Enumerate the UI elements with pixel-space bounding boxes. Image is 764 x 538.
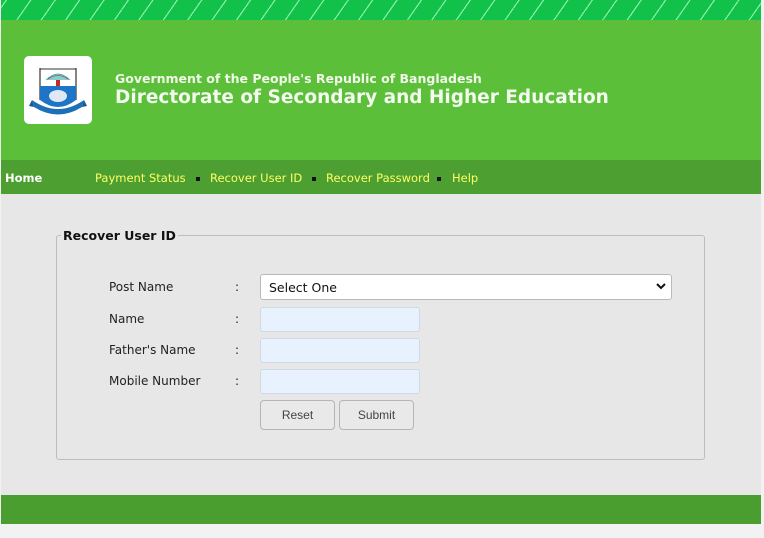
- submit-button[interactable]: Submit: [339, 400, 414, 430]
- colon-separator: :: [235, 343, 240, 357]
- header-title: Directorate of Secondary and Higher Educ…: [115, 87, 609, 108]
- form-legend: Recover User ID: [63, 228, 176, 243]
- main-content: Recover User ID Post Name : Select One N…: [1, 194, 761, 495]
- colon-separator: :: [235, 280, 240, 294]
- nav-home[interactable]: Home: [5, 171, 42, 185]
- nav-separator-dot: [312, 177, 316, 181]
- post-name-label: Post Name: [109, 280, 174, 294]
- main-nav: Home Payment Status Recover User ID Reco…: [1, 160, 761, 194]
- site-footer: [1, 495, 761, 524]
- nav-separator-dot: [437, 177, 441, 181]
- colon-separator: :: [235, 374, 240, 388]
- chevron-down-icon: [656, 283, 666, 290]
- emblem-icon: [29, 68, 87, 115]
- site-header: Government of the People's Republic of B…: [1, 20, 761, 160]
- nav-help[interactable]: Help: [452, 171, 478, 185]
- nav-recover-user-id[interactable]: Recover User ID: [210, 171, 302, 185]
- page: Government of the People's Republic of B…: [1, 0, 761, 538]
- page-bottom-margin: [0, 524, 764, 538]
- top-decorative-stripe: [1, 0, 761, 20]
- nav-payment-status[interactable]: Payment Status: [95, 171, 186, 185]
- name-input[interactable]: [260, 307, 420, 332]
- header-subtitle: Government of the People's Republic of B…: [115, 71, 482, 86]
- name-label: Name: [109, 312, 145, 326]
- mobile-number-label: Mobile Number: [109, 374, 201, 388]
- post-name-select[interactable]: Select One: [260, 274, 672, 300]
- post-name-selected-value: Select One: [269, 280, 337, 295]
- fathers-name-input[interactable]: [260, 338, 420, 363]
- reset-button[interactable]: Reset: [260, 400, 335, 430]
- dshe-logo[interactable]: [24, 56, 92, 124]
- nav-separator-dot: [196, 177, 200, 181]
- mobile-number-input[interactable]: [260, 369, 420, 394]
- colon-separator: :: [235, 312, 240, 326]
- nav-recover-password[interactable]: Recover Password: [326, 171, 430, 185]
- fathers-name-label: Father's Name: [109, 343, 196, 357]
